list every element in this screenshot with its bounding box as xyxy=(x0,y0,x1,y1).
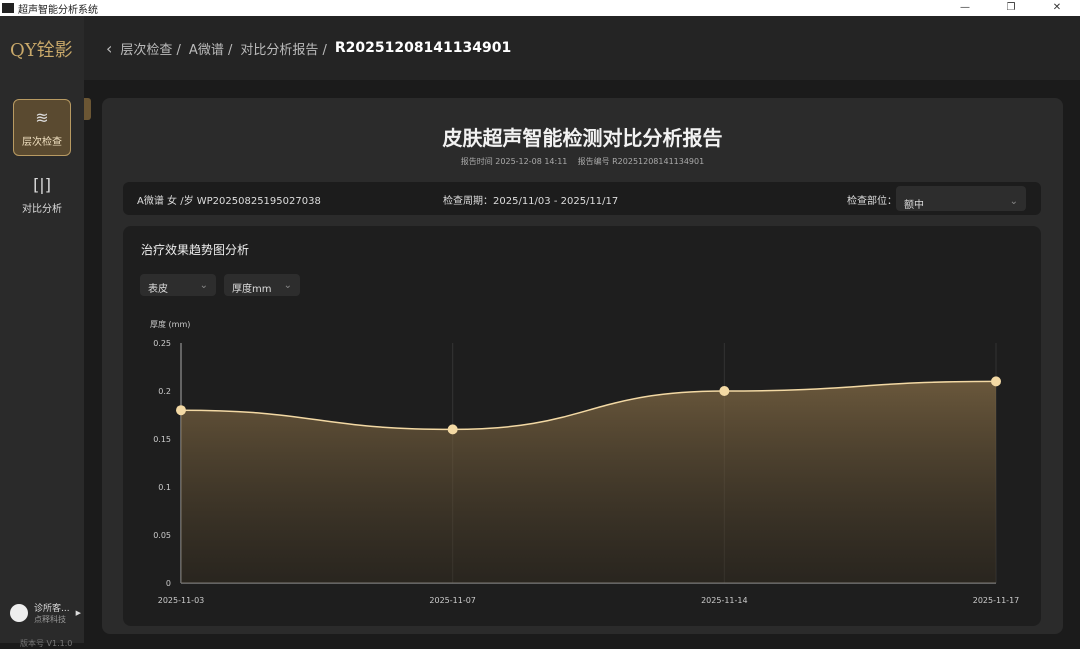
data-point xyxy=(176,405,186,416)
y-tick-label: 0.05 xyxy=(153,531,171,540)
breadcrumb-item[interactable]: A微谱 / xyxy=(189,39,232,58)
x-tick-label: 2025-11-07 xyxy=(429,596,476,605)
y-tick-label: 0 xyxy=(166,579,171,588)
sidebar-item-label: 对比分析 xyxy=(22,203,62,215)
y-tick-label: 0.2 xyxy=(158,387,171,396)
y-tick-label: 0.25 xyxy=(153,339,171,348)
close-button[interactable]: ✕ xyxy=(1034,0,1080,16)
y-tick-label: 0.1 xyxy=(158,483,171,492)
report-title: 皮肤超声智能检测对比分析报告 xyxy=(442,126,723,150)
caret-right-icon: ▶ xyxy=(75,609,81,617)
area-fill xyxy=(181,381,996,583)
user-menu[interactable]: 诊所客... 点释科技 ▶ xyxy=(10,601,81,625)
breadcrumb-item[interactable]: 层次检查 / xyxy=(120,39,181,58)
data-point xyxy=(447,424,458,435)
sidebar: QY铨影 ≋ 层次检查 [|] 对比分析 诊所客... 点释科技 ▶ 版本号 V1… xyxy=(0,16,84,648)
y-tick-label: 0.15 xyxy=(153,435,171,444)
x-tick-label: 2025-11-17 xyxy=(973,596,1020,605)
report-card: 皮肤超声智能检测对比分析报告 报告时间 2025-12-08 14:11 报告编… xyxy=(102,98,1063,634)
app-icon xyxy=(2,3,14,13)
x-tick-label: 2025-11-03 xyxy=(158,596,205,605)
breadcrumb: ‹ 层次检查 / A微谱 / 对比分析报告 / R202512081411349… xyxy=(84,16,1080,80)
report-meta: 报告时间 2025-12-08 14:11 报告编号 R202512081411… xyxy=(102,156,1063,167)
patient-info: A微谱 女 /岁 WP20250825195027038 xyxy=(137,196,321,207)
info-bar: A微谱 女 /岁 WP20250825195027038 检查周期：2025/1… xyxy=(123,182,1041,215)
title-bar: 超声智能分析系统 — ❐ ✕ xyxy=(0,0,1080,16)
trend-chart: 厚度 (mm) 0 0.05 0.1 0.15 0.2 0.25 2025-11-03 202… xyxy=(150,319,1020,605)
y-axis-label: 厚度 (mm) xyxy=(150,319,190,329)
restore-button[interactable]: ❐ xyxy=(988,0,1034,16)
report-number: 报告编号 R20251208141134901 xyxy=(577,157,705,166)
back-icon[interactable]: ‹ xyxy=(106,39,112,58)
layers-icon: ≋ xyxy=(35,107,49,127)
data-point xyxy=(991,376,1001,387)
sidebar-collapse-toggle[interactable] xyxy=(84,98,91,120)
sidebar-item-layer-check[interactable]: ≋ 层次检查 xyxy=(13,99,71,156)
window-title: 超声智能分析系统 xyxy=(18,4,98,16)
compare-icon: [|] xyxy=(33,174,51,194)
logo: QY铨影 xyxy=(10,40,73,61)
breadcrumb-item[interactable]: 对比分析报告 / xyxy=(240,39,327,58)
site-label: 检查部位： xyxy=(847,196,897,207)
x-tick-label: 2025-11-14 xyxy=(701,596,748,605)
avatar xyxy=(10,604,28,622)
data-point xyxy=(719,386,730,396)
sidebar-item-compare[interactable]: [|] 对比分析 xyxy=(13,166,71,223)
minimize-button[interactable]: — xyxy=(942,0,988,16)
report-time: 报告时间 2025-12-08 14:11 xyxy=(460,157,568,166)
user-name: 诊所客... xyxy=(34,604,70,614)
user-org: 点释科技 xyxy=(34,615,66,624)
trend-panel: 治疗效果趋势图分析 表皮 ⌄ 厚度mm ⌄ 厚度 (mm) 0 0.05 0.1 0.15… xyxy=(123,226,1041,626)
site-select[interactable]: 额中 ⌄ xyxy=(896,186,1026,211)
chevron-down-icon: ⌄ xyxy=(1009,196,1018,207)
period-info: 检查周期：2025/11/03 - 2025/11/17 xyxy=(443,196,619,207)
site-value: 额中 xyxy=(904,200,924,211)
version-label: 版本号 V1.1.0 xyxy=(20,639,73,648)
sidebar-item-label: 层次检查 xyxy=(22,136,62,148)
breadcrumb-current: R20251208141134901 xyxy=(334,40,512,56)
